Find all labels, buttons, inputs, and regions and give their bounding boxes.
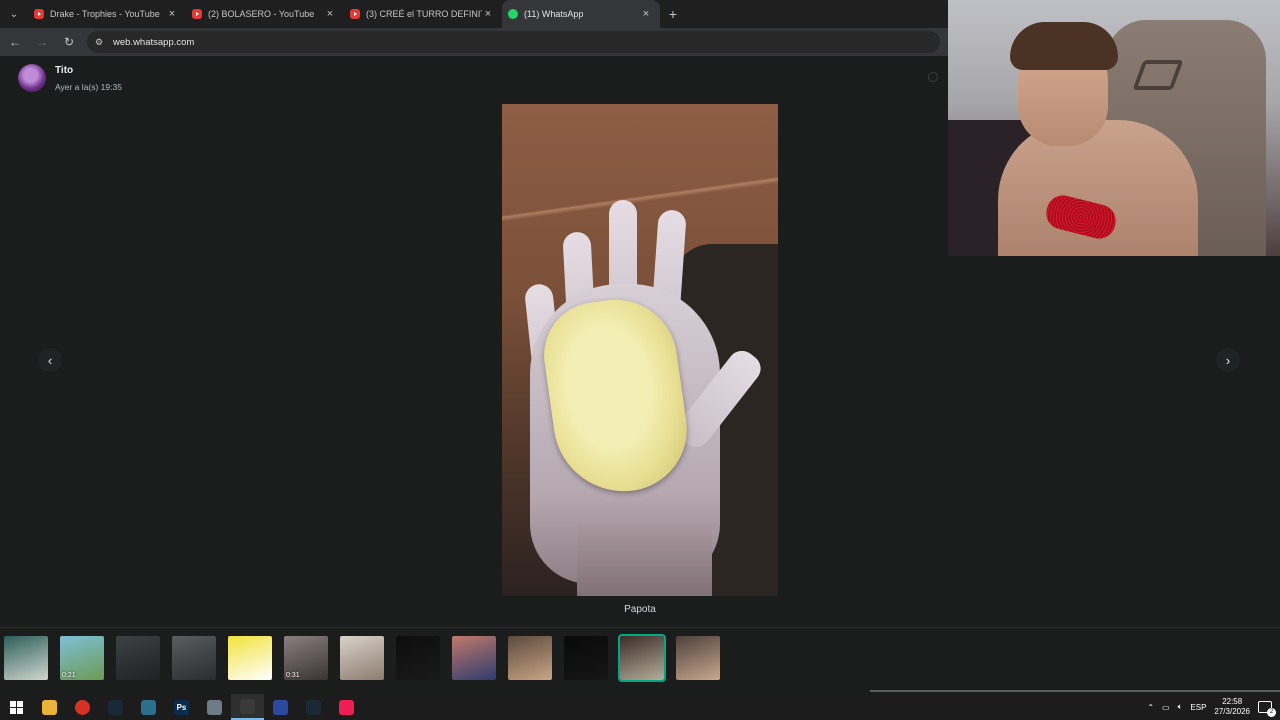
video-duration-badge: 0:31 <box>286 672 300 679</box>
media-thumbnail[interactable] <box>452 636 496 680</box>
media-thumbnail[interactable] <box>618 634 666 682</box>
video-duration: 0:21 <box>62 672 76 679</box>
photo-wrist <box>577 524 712 596</box>
sender-timestamp: Ayer a la(s) 19:35 <box>55 82 122 92</box>
cam-person-hair <box>1010 22 1118 70</box>
clock[interactable]: 22:58 27/3/2026 <box>1214 697 1250 717</box>
clock-time: 22:58 <box>1222 697 1243 706</box>
file-explorer-icon[interactable] <box>33 694 66 720</box>
app-terminal-icon[interactable] <box>132 694 165 720</box>
address-bar[interactable]: ⚙ web.whatsapp.com <box>87 31 940 53</box>
youtube-icon <box>34 9 44 19</box>
windows-taskbar: Ps ⌃ ▭ 🔈︎ ESP 22:58 27/3/2026 2 <box>0 694 1280 720</box>
tiktok-icon[interactable] <box>330 694 363 720</box>
avatar[interactable] <box>18 64 46 92</box>
media-thumbnail[interactable] <box>396 636 440 680</box>
tab-title: (11) WhatsApp <box>524 9 584 19</box>
tab-close-icon[interactable]: × <box>482 8 494 20</box>
media-thumbnail[interactable] <box>564 636 608 680</box>
tiktok-icon-glyph <box>339 699 354 715</box>
video-duration-badge: 0:21 <box>62 672 76 679</box>
media-thumbnail[interactable]: 0:31 <box>284 636 328 680</box>
tray-expand-icon[interactable]: ⌃ <box>1147 703 1154 712</box>
chrome-icon-glyph <box>75 699 90 715</box>
webcam-overlay <box>948 0 1280 256</box>
faint-search-icon <box>928 72 938 82</box>
reload-icon[interactable]: ↻ <box>57 30 81 54</box>
media-caption: Papota <box>624 604 656 615</box>
tab-title: (3) CREÉ el TURRO DEFINITIVO <box>366 9 482 19</box>
vpn-icon-glyph <box>273 699 288 715</box>
sender-info[interactable]: Tito Ayer a la(s) 19:35 <box>18 64 122 92</box>
url-text: web.whatsapp.com <box>113 36 195 48</box>
youtube-icon <box>192 9 202 19</box>
language-indicator[interactable]: ESP <box>1190 703 1206 712</box>
browser-tab-4[interactable]: (11) WhatsApp × <box>502 0 660 28</box>
browser-tab-3[interactable]: (3) CREÉ el TURRO DEFINITIVO× <box>344 0 502 28</box>
browser-tab-1[interactable]: Drake - Trophies - YouTube × <box>28 0 186 28</box>
volume-icon[interactable]: 🔈︎ <box>1178 702 1183 712</box>
back-arrow-icon[interactable]: ← <box>3 30 27 54</box>
horizontal-scrollbar[interactable] <box>870 690 1280 692</box>
steam-icon[interactable] <box>99 694 132 720</box>
browser-toolbar: ← → ↻ ⚙ web.whatsapp.com <box>0 28 948 56</box>
clock-date: 27/3/2026 <box>1214 707 1250 716</box>
whatsapp-icon <box>508 9 518 19</box>
media-thumbnail[interactable] <box>4 636 48 680</box>
media-thumbnail[interactable] <box>340 636 384 680</box>
media-thumbnail[interactable] <box>228 636 272 680</box>
media-thumbnail[interactable] <box>172 636 216 680</box>
tab-close-icon[interactable]: × <box>640 8 652 20</box>
youtube-icon <box>350 9 360 19</box>
new-tab-button[interactable]: + <box>660 0 686 28</box>
chrome-icon[interactable] <box>66 694 99 720</box>
media-thumbnail[interactable] <box>676 636 720 680</box>
media-photo <box>502 104 778 596</box>
notification-center-icon[interactable]: 2 <box>1258 701 1276 717</box>
tab-title: (2) BOLASERO - YouTube <box>208 9 315 19</box>
steam-2-icon[interactable] <box>297 694 330 720</box>
photoshop-icon-glyph: Ps <box>174 699 189 715</box>
windows-logo <box>10 700 23 714</box>
photoshop-icon[interactable]: Ps <box>165 694 198 720</box>
video-duration: 0:31 <box>286 672 300 679</box>
tab-close-icon[interactable]: × <box>166 8 178 20</box>
thumbnail-strip: 0:21 0:31 <box>4 634 720 682</box>
next-media-button[interactable]: › <box>1216 348 1240 372</box>
taskbar-apps: Ps <box>0 694 363 720</box>
tab-search-chevron-icon[interactable]: ⌄ <box>0 0 28 28</box>
vpn-icon[interactable] <box>264 694 297 720</box>
media-thumbnail[interactable] <box>116 636 160 680</box>
obs-icon-glyph <box>240 698 255 714</box>
browser-tab-bar: ⌄ Drake - Trophies - YouTube × (2) BOLASER… <box>0 0 948 28</box>
tab-title: Drake - Trophies - YouTube <box>50 9 160 19</box>
tab-close-icon[interactable]: × <box>324 8 336 20</box>
strip-divider <box>0 627 1280 628</box>
browser-tab-2[interactable]: (2) BOLASERO - YouTube × <box>186 0 344 28</box>
forward-arrow-icon[interactable]: → <box>30 30 54 54</box>
app-terminal-icon-glyph <box>141 699 156 715</box>
calculator-icon-glyph <box>207 699 222 715</box>
file-explorer-icon-glyph <box>42 699 57 715</box>
calculator-icon[interactable] <box>198 694 231 720</box>
steam-2-icon-glyph <box>306 699 321 715</box>
media-thumbnail[interactable]: 0:21 <box>60 636 104 680</box>
sender-name: Tito <box>55 65 74 76</box>
tab-list: Drake - Trophies - YouTube × (2) BOLASERO … <box>28 0 660 28</box>
network-icon[interactable]: ▭ <box>1162 703 1170 712</box>
notification-count: 2 <box>1267 708 1276 717</box>
steam-icon-glyph <box>108 699 123 715</box>
media-thumbnail[interactable] <box>508 636 552 680</box>
previous-media-button[interactable]: ‹ <box>38 348 62 372</box>
system-tray: ⌃ ▭ 🔈︎ ESP 22:58 27/3/2026 2 <box>1147 694 1276 720</box>
windows-start-icon[interactable] <box>0 694 33 720</box>
site-info-icon[interactable]: ⚙ <box>95 37 105 47</box>
obs-icon[interactable] <box>231 694 264 720</box>
